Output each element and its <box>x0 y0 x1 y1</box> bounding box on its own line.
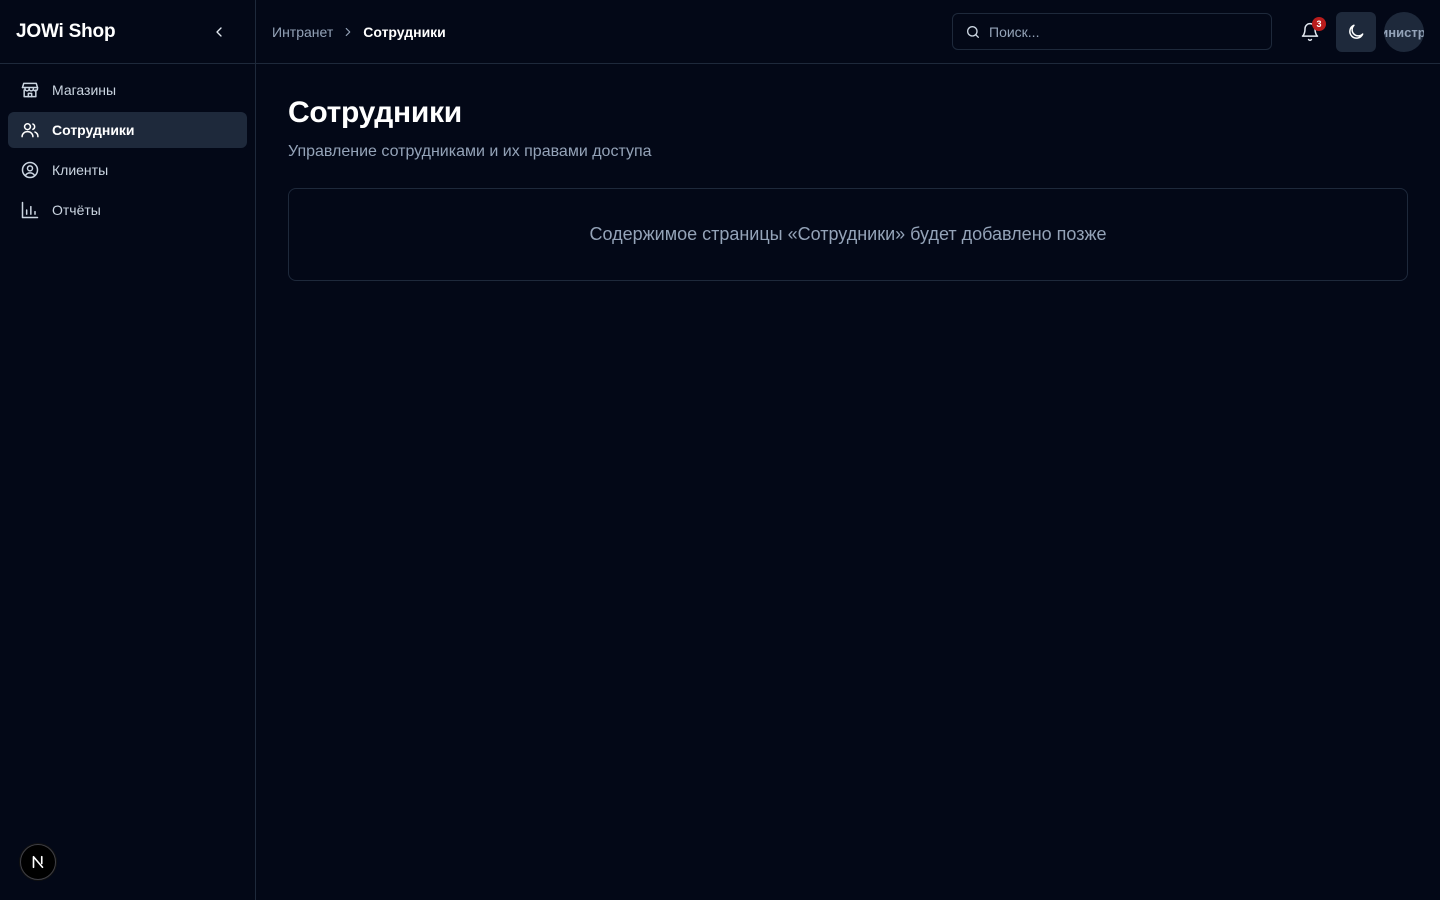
sidebar-item-clients[interactable]: Клиенты <box>8 152 247 188</box>
main-content: Сотрудники Управление сотрудниками и их … <box>256 64 1440 900</box>
brand-logo-text[interactable]: JOWi Shop <box>16 21 116 43</box>
topbar: Интранет Сотрудники 3 Администратор <box>256 0 1440 64</box>
users-icon <box>21 123 39 138</box>
breadcrumb-current: Сотрудники <box>363 24 446 40</box>
notifications-count-badge: 3 <box>1312 17 1326 31</box>
notifications-button[interactable]: 3 <box>1292 14 1328 50</box>
breadcrumb: Интранет Сотрудники <box>272 0 446 64</box>
sidebar-item-label: Магазины <box>52 82 117 98</box>
sidebar-nav: Магазины Сотрудники Клиенты Отчёты <box>0 64 255 240</box>
search-icon <box>967 25 979 38</box>
chevron-right-icon <box>341 25 355 39</box>
sidebar: JOWi Shop Магазины Сотрудники Клиенты От… <box>0 0 256 900</box>
theme-toggle-button[interactable] <box>1336 12 1376 52</box>
content-placeholder-card: Содержимое страницы «Сотрудники» будет д… <box>288 188 1408 281</box>
search-box[interactable] <box>952 13 1272 50</box>
sidebar-item-label: Клиенты <box>52 162 109 178</box>
sidebar-header: JOWi Shop <box>0 0 255 64</box>
breadcrumb-link-intranet[interactable]: Интранет <box>272 24 333 40</box>
store-icon <box>21 82 39 98</box>
user-circle-icon <box>21 161 39 179</box>
collapse-sidebar-button[interactable] <box>207 20 231 44</box>
dev-tools-badge[interactable] <box>20 844 56 880</box>
avatar-text: Администратор <box>1384 24 1424 40</box>
bar-chart-icon <box>21 201 39 219</box>
sidebar-item-reports[interactable]: Отчёты <box>8 192 247 228</box>
app-root: JOWi Shop Магазины Сотрудники Клиенты От… <box>0 0 1440 900</box>
next-logo-icon <box>32 855 44 869</box>
search-input[interactable] <box>989 23 1249 40</box>
sidebar-item-label: Сотрудники <box>52 122 135 138</box>
moon-icon <box>1349 24 1364 39</box>
user-avatar-button[interactable]: Администратор <box>1384 12 1424 52</box>
sidebar-item-stores[interactable]: Магазины <box>8 72 247 108</box>
page-subtitle: Управление сотрудниками и их правами дос… <box>288 143 652 160</box>
sidebar-item-employees[interactable]: Сотрудники <box>8 112 247 148</box>
chevron-left-icon <box>216 26 222 37</box>
sidebar-item-label: Отчёты <box>52 202 101 218</box>
placeholder-text: Содержимое страницы «Сотрудники» будет д… <box>589 224 1107 244</box>
page-title: Сотрудники <box>288 96 462 129</box>
